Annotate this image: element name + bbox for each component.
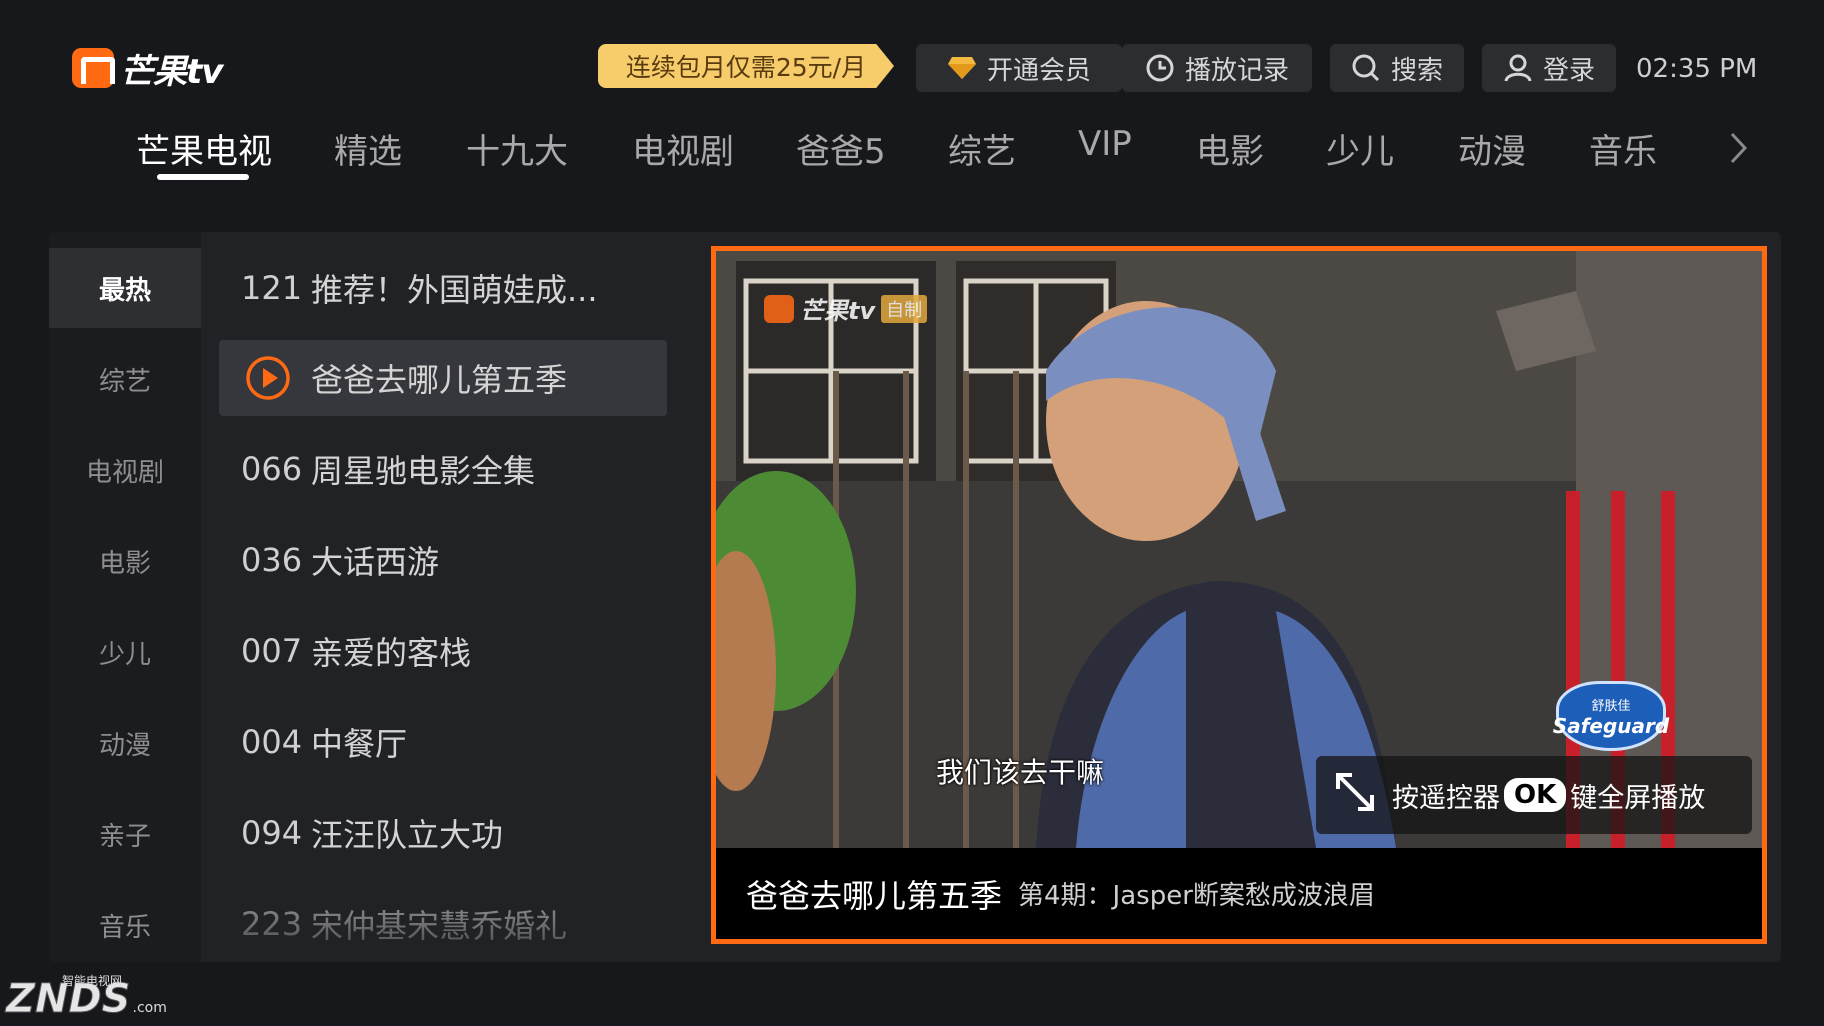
- video-info-bar: 爸爸去哪儿第五季 第4期：Jasper断案愁成波浪眉: [716, 848, 1762, 939]
- channel-item[interactable]: 094 汪汪队立大功: [219, 795, 667, 871]
- channel-number: 223: [241, 905, 303, 943]
- ad-badge-top: 舒肤佳: [1591, 698, 1631, 714]
- watermark-text: 芒果tv: [800, 297, 876, 325]
- login-button-label: 登录: [1542, 55, 1595, 86]
- video-frame[interactable]: 芒果tv 自制 舒肤佳 Safeguard 我们该去干嘛 按遥控器 OK 键全屏…: [716, 251, 1762, 848]
- search-icon: [1351, 53, 1381, 83]
- expand-icon: [1332, 769, 1378, 822]
- episode-title: 第4期：Jasper断案愁成波浪眉: [1018, 881, 1375, 911]
- channel-number: 121: [241, 269, 303, 307]
- history-button-label: 播放记录: [1184, 55, 1289, 86]
- search-button-label: 搜索: [1390, 55, 1443, 86]
- diamond-icon: [947, 53, 977, 83]
- category-hot[interactable]: 最热: [49, 248, 201, 328]
- login-button[interactable]: 登录: [1482, 44, 1616, 92]
- hint-suffix: 键全屏播放: [1570, 782, 1706, 814]
- channel-number: 007: [241, 632, 303, 670]
- channel-number: 066: [241, 450, 303, 488]
- mango-logo-icon: [72, 48, 115, 88]
- show-title: 爸爸去哪儿第五季: [746, 876, 1003, 915]
- channel-list: 121 推荐！外国萌娃成... 爸爸去哪儿第五季 066 周星驰电影全集 036…: [201, 232, 727, 962]
- clock-time: 02:35 PM: [1636, 54, 1758, 84]
- channel-title: 汪汪队立大功: [311, 816, 504, 854]
- tab-music[interactable]: 音乐: [1589, 124, 1657, 173]
- category-kids[interactable]: 少儿: [49, 612, 201, 692]
- channel-item[interactable]: 223 宋仲基宋慧乔婚礼: [219, 886, 667, 962]
- channel-number: 094: [241, 814, 303, 852]
- category-family[interactable]: 亲子: [49, 794, 201, 874]
- znds-watermark-top: 智能电视网: [62, 974, 123, 988]
- channel-item-playing[interactable]: 爸爸去哪儿第五季: [219, 340, 667, 416]
- category-movies[interactable]: 电影: [49, 521, 201, 601]
- tab-19th-congress[interactable]: 十九大: [466, 124, 568, 173]
- video-preview-player[interactable]: 芒果tv 自制 舒肤佳 Safeguard 我们该去干嘛 按遥控器 OK 键全屏…: [711, 246, 1767, 944]
- channel-number: 004: [241, 723, 303, 761]
- channel-item[interactable]: 036 大话西游: [219, 522, 667, 598]
- promo-banner[interactable]: 连续包月仅需25元/月: [598, 44, 894, 88]
- channel-item[interactable]: 004 中餐厅: [219, 704, 667, 780]
- video-subtitle: 我们该去干嘛: [936, 756, 1105, 789]
- tab-dad5[interactable]: 爸爸5: [796, 124, 886, 173]
- mango-tv-logo: 芒果tv: [72, 46, 223, 92]
- hint-prefix: 按遥控器: [1392, 782, 1500, 814]
- channel-item[interactable]: 121 推荐！外国萌娃成...: [219, 250, 667, 326]
- safeguard-ad-badge: 舒肤佳 Safeguard: [1552, 681, 1670, 751]
- znds-watermark: 智能电视网 ZNDS .com: [6, 962, 167, 1023]
- search-button[interactable]: 搜索: [1330, 44, 1464, 92]
- mango-watermark-icon: [764, 294, 794, 323]
- tab-kids[interactable]: 少儿: [1326, 124, 1394, 173]
- nav-next-arrow-icon[interactable]: [1726, 128, 1752, 168]
- tab-variety[interactable]: 综艺: [948, 124, 1016, 173]
- category-music[interactable]: 音乐: [49, 885, 201, 962]
- tab-movies[interactable]: 电影: [1196, 124, 1264, 173]
- user-icon: [1503, 53, 1533, 83]
- ok-key-badge: OK: [1504, 778, 1567, 812]
- active-tab-underline: [157, 174, 249, 180]
- channel-title: 大话西游: [311, 543, 440, 581]
- tab-mango-tv[interactable]: 芒果电视: [136, 124, 272, 173]
- category-anime[interactable]: 动漫: [49, 703, 201, 783]
- top-nav: 芒果电视 精选 十九大 电视剧 爸爸5 综艺 VIP 电影 少儿 动漫 音乐: [0, 124, 1824, 184]
- channel-title: 宋仲基宋慧乔婚礼: [311, 907, 568, 945]
- tab-vip[interactable]: VIP: [1078, 124, 1132, 164]
- vip-button-label: 开通会员: [986, 55, 1091, 86]
- tab-featured[interactable]: 精选: [334, 124, 402, 173]
- category-list: 最热 综艺 电视剧 电影 少儿 动漫 亲子 音乐: [49, 232, 201, 962]
- tab-anime[interactable]: 动漫: [1458, 124, 1526, 173]
- mango-watermark: 芒果tv 自制: [764, 291, 928, 326]
- fullscreen-hint: 按遥控器 OK 键全屏播放: [1316, 756, 1752, 834]
- channel-item[interactable]: 007 亲爱的客栈: [219, 613, 667, 689]
- channel-title: 亲爱的客栈: [311, 634, 472, 672]
- play-circle-icon: [219, 355, 311, 401]
- vip-button[interactable]: 开通会员: [916, 44, 1122, 92]
- ad-badge-main: Safeguard: [1552, 713, 1670, 738]
- logo-text: 芒果tv: [120, 51, 223, 92]
- channel-item[interactable]: 066 周星驰电影全集: [219, 431, 667, 507]
- channel-title: 中餐厅: [311, 725, 408, 763]
- clock-icon: [1145, 53, 1175, 83]
- history-button[interactable]: 播放记录: [1122, 44, 1312, 92]
- znds-watermark-suffix: .com: [132, 1000, 167, 1016]
- watermark-tag: 自制: [881, 294, 928, 323]
- channel-title: 爸爸去哪儿第五季: [311, 361, 568, 399]
- category-tv-series[interactable]: 电视剧: [49, 430, 201, 510]
- channel-number: 036: [241, 541, 303, 579]
- category-variety[interactable]: 综艺: [49, 339, 201, 419]
- channel-title: 周星驰电影全集: [311, 452, 536, 490]
- tab-tv-series[interactable]: 电视剧: [632, 124, 734, 173]
- channel-title: 推荐！外国萌娃成...: [311, 271, 598, 309]
